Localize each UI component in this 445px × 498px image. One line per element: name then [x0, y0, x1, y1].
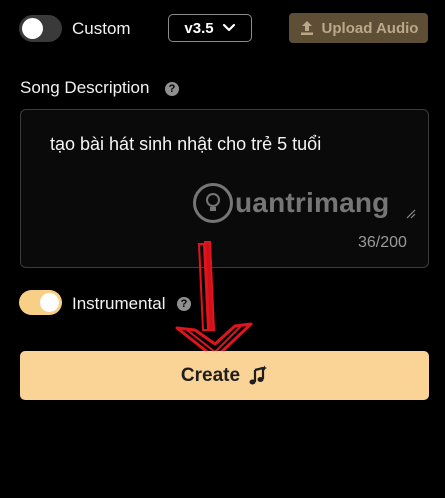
watermark: uantrimang [193, 183, 389, 223]
song-description-label: Song Description [20, 78, 150, 97]
song-description-value: tạo bài hát sinh nhật cho trẻ 5 tuổi [50, 134, 322, 154]
upload-audio-label: Upload Audio [321, 19, 419, 37]
lightbulb-icon [193, 183, 233, 223]
create-button[interactable]: Create [20, 351, 429, 400]
instrumental-label: Instrumental [72, 294, 166, 313]
watermark-text: uantrimang [235, 187, 390, 218]
custom-toggle[interactable] [19, 15, 62, 42]
upload-icon [300, 21, 313, 35]
instrumental-toggle-knob [40, 293, 59, 312]
version-select[interactable]: v3.5 [168, 14, 252, 42]
character-count: 36/200 [358, 234, 407, 251]
music-sparkle-icon [249, 365, 268, 384]
custom-toggle-knob [22, 18, 43, 39]
red-arrow-icon [175, 241, 253, 360]
create-label: Create [180, 364, 241, 386]
custom-label: Custom [72, 19, 131, 38]
upload-audio-button[interactable]: Upload Audio [289, 13, 428, 43]
resize-handle-icon[interactable] [406, 209, 416, 219]
chevron-down-icon [222, 23, 235, 32]
version-value: v3.5 [184, 19, 214, 37]
instrumental-toggle[interactable] [19, 290, 62, 315]
question-icon[interactable]: ? [165, 82, 179, 96]
